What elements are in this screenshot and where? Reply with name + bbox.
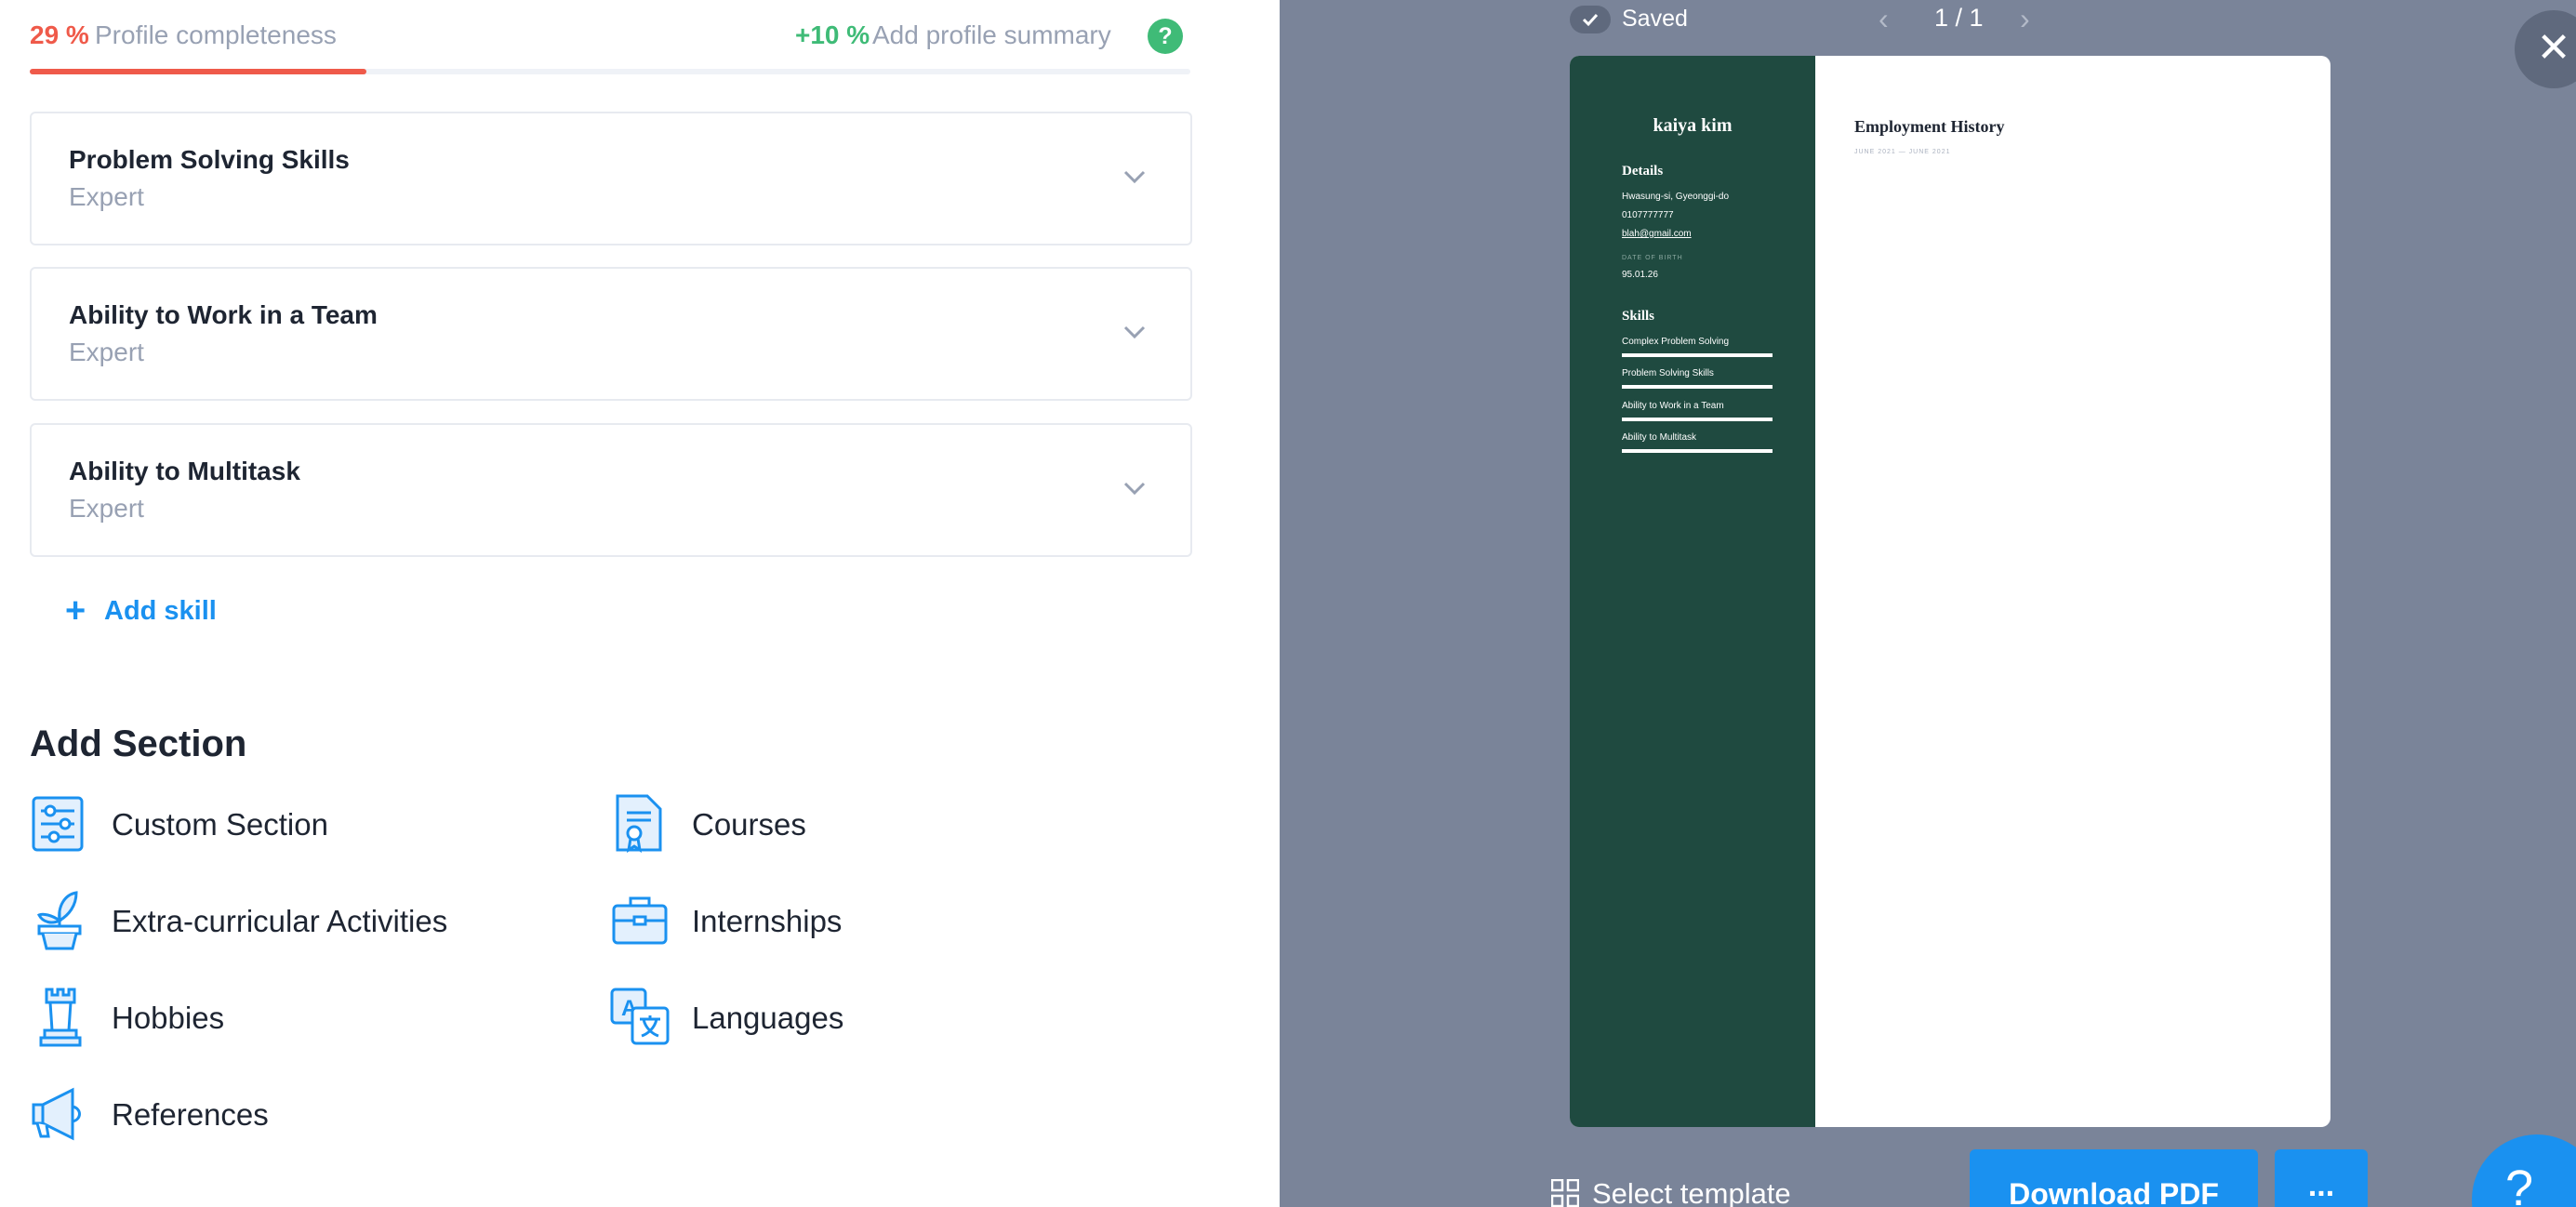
profile-completeness-bar: 29 % Profile completeness +10 % Add prof…	[30, 19, 1190, 58]
plus-icon: +	[65, 591, 86, 630]
next-page-arrow-icon[interactable]: ›	[2020, 2, 2030, 36]
employment-dates: JUNE 2021 — JUNE 2021	[1854, 149, 1951, 155]
resume-skill-bar	[1622, 353, 1773, 357]
resume-skill-bar	[1622, 385, 1773, 389]
section-label: Extra-curricular Activities	[112, 904, 448, 938]
briefcase-icon	[612, 896, 668, 945]
skill-card[interactable]: Ability to Work in a Team Expert	[30, 267, 1192, 401]
chevron-down-icon[interactable]	[1122, 323, 1148, 341]
sliders-icon	[32, 796, 84, 852]
completeness-progress-track	[30, 69, 1190, 74]
resume-skill: Ability to Multitask	[1622, 432, 1697, 443]
skill-level: Expert	[69, 338, 144, 366]
skills-heading: Skills	[1622, 309, 1655, 324]
help-chat-button[interactable]: ?	[2472, 1134, 2576, 1207]
completeness-percent: 29 %	[30, 20, 89, 49]
certificate-icon	[616, 794, 662, 854]
resume-skill: Complex Problem Solving	[1622, 337, 1730, 347]
resume-skill-bar	[1622, 449, 1773, 453]
resume-dob: 95.01.26	[1622, 270, 1658, 280]
section-label: Internships	[692, 904, 843, 938]
section-label: References	[112, 1097, 269, 1132]
skill-card[interactable]: Ability to Multitask Expert	[30, 423, 1192, 557]
more-options-button[interactable]: ...	[2275, 1149, 2368, 1207]
megaphone-icon	[32, 1087, 81, 1141]
page-indicator: 1 / 1	[1934, 4, 1984, 32]
add-skill-label: Add skill	[104, 596, 217, 626]
skill-level: Expert	[69, 494, 144, 523]
help-icon[interactable]: ?	[1148, 19, 1183, 54]
resume-skill: Ability to Work in a Team	[1622, 401, 1724, 411]
section-label: Custom Section	[112, 807, 328, 842]
cloud-check-icon	[1570, 6, 1611, 33]
details-heading: Details	[1622, 164, 1664, 179]
select-template-label: Select template	[1592, 1177, 1791, 1207]
resume-skill: Problem Solving Skills	[1622, 368, 1714, 378]
select-template-button[interactable]: Select template	[1551, 1177, 1791, 1207]
chess-rook-icon	[39, 988, 82, 1047]
completeness-progress-fill	[30, 69, 366, 74]
section-label: Languages	[692, 1001, 844, 1035]
skill-title: Problem Solving Skills	[69, 145, 350, 174]
editor-panel: 29 % Profile completeness +10 % Add prof…	[0, 0, 1280, 1207]
resume-sidebar: kaiya kim Details Hwasung-si, Gyeonggi-d…	[1570, 56, 1815, 1127]
skill-level: Expert	[69, 182, 144, 211]
dob-label: DATE OF BIRTH	[1622, 255, 1683, 261]
download-pdf-button[interactable]: Download PDF	[1970, 1149, 2258, 1207]
bonus-percent: +10 %	[795, 20, 870, 49]
resume-preview-panel: Saved ‹ 1 / 1 › ✕ kaiya kim Details Hwas…	[1280, 0, 2576, 1207]
completeness-label: Profile completeness	[95, 20, 337, 49]
skill-title: Ability to Multitask	[69, 457, 300, 485]
skill-title: Ability to Work in a Team	[69, 300, 378, 329]
section-label: Hobbies	[112, 1001, 225, 1035]
resume-skill-bar	[1622, 418, 1773, 421]
add-skill-button[interactable]: + Add skill	[65, 591, 217, 630]
add-section-title: Add Section	[30, 723, 247, 764]
saved-label: Saved	[1622, 6, 1688, 32]
resume-page: kaiya kim Details Hwasung-si, Gyeonggi-d…	[1570, 56, 2330, 1127]
chevron-down-icon[interactable]	[1122, 479, 1148, 497]
page-pager: ‹ 1 / 1 ›	[1879, 2, 2065, 35]
previous-page-arrow-icon[interactable]: ‹	[1879, 2, 1889, 36]
grid-icon	[1551, 1179, 1579, 1207]
chevron-down-icon[interactable]	[1122, 167, 1148, 186]
resume-email: blah@gmail.com	[1622, 229, 1692, 239]
add-profile-summary-hint[interactable]: Add profile summary	[872, 20, 1111, 50]
close-preview-button[interactable]: ✕	[2515, 10, 2576, 88]
resume-address: Hwasung-si, Gyeonggi-do	[1622, 192, 1730, 202]
plant-icon	[36, 891, 82, 950]
resume-name: kaiya kim	[1653, 115, 1733, 136]
skill-card[interactable]: Problem Solving Skills Expert	[30, 112, 1192, 245]
section-label: Courses	[692, 807, 806, 842]
translate-icon: A	[610, 988, 670, 1045]
employment-history-heading: Employment History	[1854, 117, 2005, 136]
resume-phone: 0107777777	[1622, 210, 1674, 220]
